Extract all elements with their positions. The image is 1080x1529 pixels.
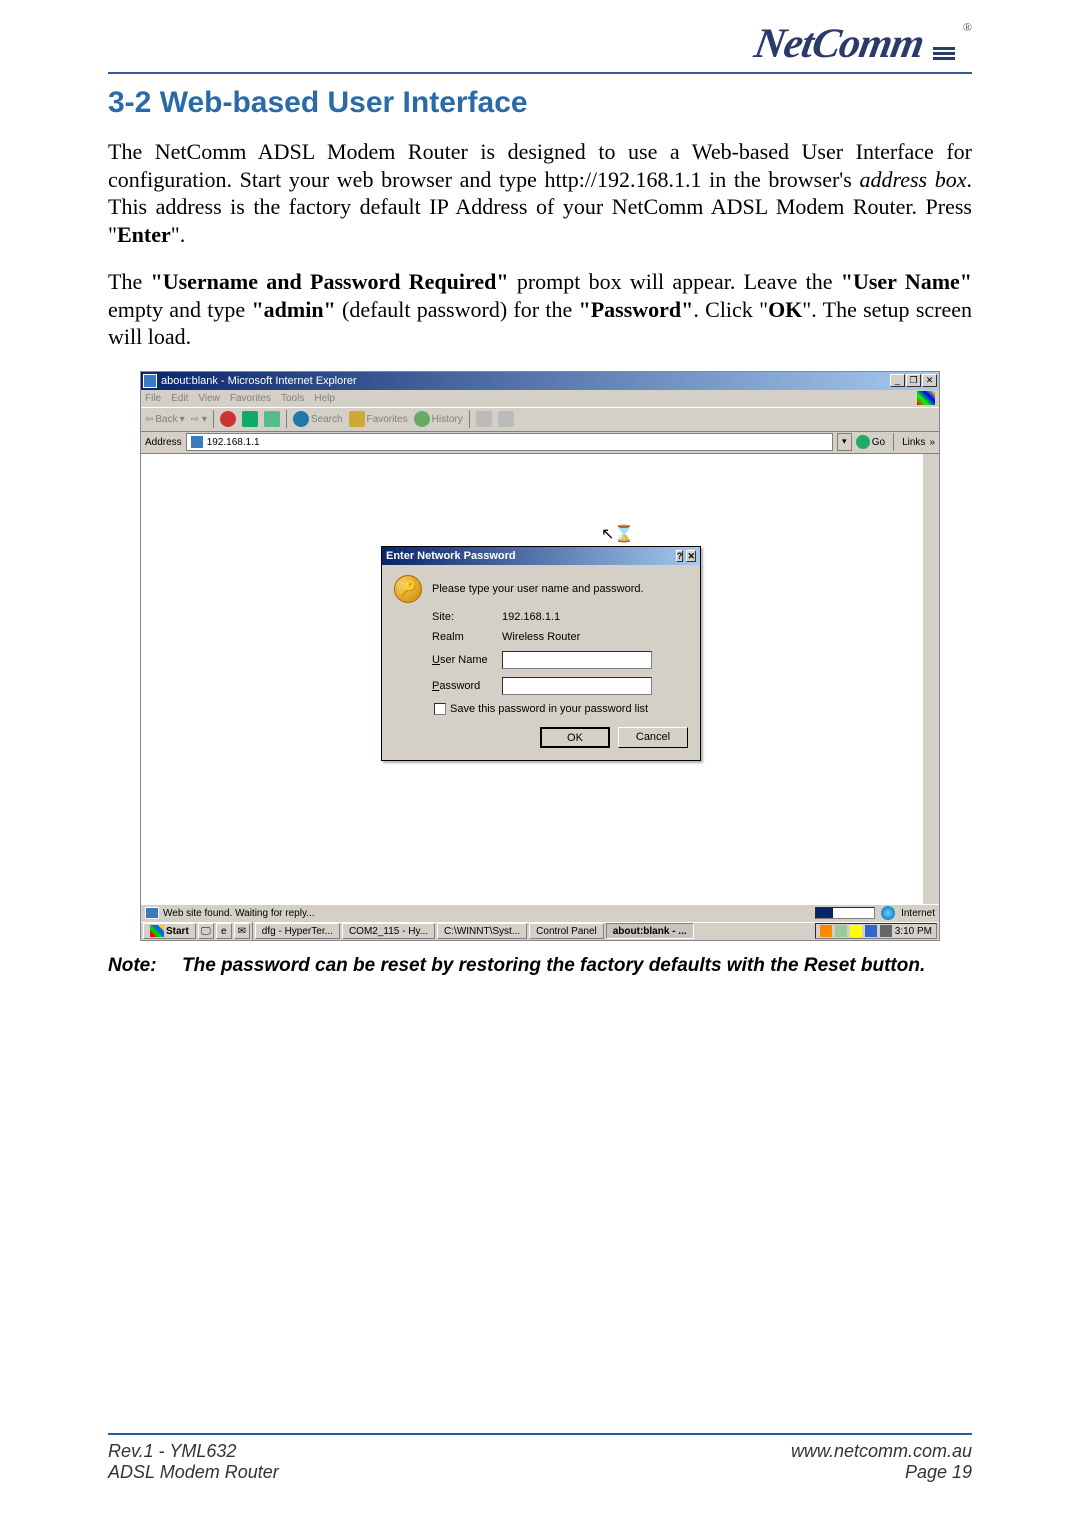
windows-logo-icon bbox=[917, 391, 935, 405]
task-button[interactable]: dfg - HyperTer... bbox=[255, 923, 340, 939]
ok-button[interactable]: OK bbox=[540, 727, 610, 748]
address-label: Address bbox=[145, 437, 182, 448]
close-button[interactable]: ✕ bbox=[922, 374, 937, 387]
intro-paragraph-2: The "Username and Password Required" pro… bbox=[108, 268, 972, 351]
quicklaunch-desktop-icon[interactable]: 🖵 bbox=[198, 923, 214, 939]
site-value: 192.168.1.1 bbox=[502, 611, 560, 623]
intro-paragraph-1: The NetComm ADSL Modem Router is designe… bbox=[108, 138, 972, 248]
minimize-button[interactable]: _ bbox=[890, 374, 905, 387]
dialog-prompt: Please type your user name and password. bbox=[432, 583, 644, 595]
footer-url: www.netcomm.com.au bbox=[791, 1441, 972, 1462]
clock: 3:10 PM bbox=[895, 926, 932, 937]
page-icon bbox=[190, 435, 204, 449]
toolbar: ⇦ Back ▾ ⇨ ▾ Search Favorites History bbox=[141, 408, 939, 432]
system-tray: 3:10 PM bbox=[815, 923, 937, 939]
checkbox-icon bbox=[434, 703, 446, 715]
username-label: User Name bbox=[432, 654, 502, 666]
note-block: Note: The password can be reset by resto… bbox=[108, 955, 972, 977]
section-heading: 3-2 Web-based User Interface bbox=[108, 86, 972, 120]
address-bar: Address 192.168.1.1 ▾ Go Links » bbox=[141, 432, 939, 454]
menu-file[interactable]: File bbox=[145, 393, 161, 404]
tray-icon[interactable] bbox=[865, 925, 877, 937]
dialog-titlebar: Enter Network Password ? ✕ bbox=[382, 547, 700, 565]
window-title: about:blank - Microsoft Internet Explore… bbox=[161, 375, 357, 387]
quicklaunch-ie-icon[interactable]: e bbox=[216, 923, 232, 939]
tray-icon[interactable] bbox=[880, 925, 892, 937]
tray-volume-icon[interactable] bbox=[850, 925, 862, 937]
dialog-help-button[interactable]: ? bbox=[676, 550, 684, 562]
task-button[interactable]: COM2_115 - Hy... bbox=[342, 923, 435, 939]
task-button[interactable]: Control Panel bbox=[529, 923, 604, 939]
favorites-button[interactable]: Favorites bbox=[349, 411, 408, 427]
internet-zone-icon bbox=[881, 906, 895, 920]
menu-favorites[interactable]: Favorites bbox=[230, 393, 271, 404]
links-chevron[interactable]: » bbox=[929, 437, 935, 448]
refresh-icon[interactable] bbox=[242, 411, 258, 427]
status-page-icon bbox=[145, 907, 159, 919]
browser-viewport: ↖⌛ Enter Network Password ? ✕ 🔑 Please t… bbox=[141, 454, 939, 924]
username-input[interactable] bbox=[502, 651, 652, 669]
key-icon: 🔑 bbox=[394, 575, 422, 603]
cursor-wait-icon: ↖⌛ bbox=[601, 524, 634, 544]
go-button[interactable]: Go bbox=[856, 435, 885, 449]
quicklaunch-outlook-icon[interactable]: ✉ bbox=[234, 923, 250, 939]
go-icon bbox=[856, 435, 870, 449]
status-bar: Web site found. Waiting for reply... Int… bbox=[141, 904, 939, 922]
browser-screenshot: about:blank - Microsoft Internet Explore… bbox=[140, 371, 940, 941]
note-text: The password can be reset by restoring t… bbox=[182, 955, 925, 977]
save-password-checkbox[interactable]: Save this password in your password list bbox=[434, 703, 688, 715]
password-dialog: Enter Network Password ? ✕ 🔑 Please type… bbox=[381, 546, 701, 761]
start-flag-icon bbox=[150, 925, 164, 937]
forward-button[interactable]: ⇨ ▾ bbox=[191, 414, 207, 425]
internet-zone-label: Internet bbox=[901, 908, 935, 919]
brand-logo: NetComm ® bbox=[108, 20, 972, 68]
links-label[interactable]: Links bbox=[902, 437, 925, 448]
menu-tools[interactable]: Tools bbox=[281, 393, 304, 404]
password-label: Password bbox=[432, 680, 502, 692]
task-button[interactable]: C:\WINNT\Syst... bbox=[437, 923, 527, 939]
start-button[interactable]: Start bbox=[143, 923, 196, 939]
footer-rev: Rev.1 - YML632 bbox=[108, 1441, 279, 1462]
back-button[interactable]: ⇦ Back ▾ bbox=[145, 414, 185, 425]
ie-icon bbox=[143, 374, 157, 388]
dialog-title: Enter Network Password bbox=[386, 550, 516, 562]
address-dropdown[interactable]: ▾ bbox=[837, 433, 852, 451]
search-button[interactable]: Search bbox=[293, 411, 343, 427]
address-value: 192.168.1.1 bbox=[207, 437, 260, 448]
stop-icon[interactable] bbox=[220, 411, 236, 427]
note-label: Note: bbox=[108, 955, 182, 977]
menu-view[interactable]: View bbox=[198, 393, 220, 404]
realm-value: Wireless Router bbox=[502, 631, 580, 643]
tray-icon[interactable] bbox=[820, 925, 832, 937]
mail-icon[interactable] bbox=[476, 411, 492, 427]
maximize-button[interactable]: ❐ bbox=[906, 374, 921, 387]
menu-edit[interactable]: Edit bbox=[171, 393, 188, 404]
window-titlebar: about:blank - Microsoft Internet Explore… bbox=[141, 372, 939, 390]
history-button[interactable]: History bbox=[414, 411, 463, 427]
password-input[interactable] bbox=[502, 677, 652, 695]
cancel-button[interactable]: Cancel bbox=[618, 727, 688, 748]
page-footer: Rev.1 - YML632 ADSL Modem Router www.net… bbox=[108, 1433, 972, 1483]
menu-help[interactable]: Help bbox=[314, 393, 335, 404]
home-icon[interactable] bbox=[264, 411, 280, 427]
menu-bar: File Edit View Favorites Tools Help bbox=[141, 390, 939, 408]
address-input[interactable]: 192.168.1.1 bbox=[186, 433, 833, 451]
taskbar: Start 🖵 e ✉ dfg - HyperTer... COM2_115 -… bbox=[141, 922, 939, 940]
dialog-close-button[interactable]: ✕ bbox=[686, 550, 696, 562]
header-rule bbox=[108, 72, 972, 74]
site-label: Site: bbox=[432, 611, 502, 623]
tray-icon[interactable] bbox=[835, 925, 847, 937]
status-text: Web site found. Waiting for reply... bbox=[163, 908, 315, 919]
realm-label: Realm bbox=[432, 631, 502, 643]
footer-page: Page 19 bbox=[791, 1462, 972, 1483]
footer-product: ADSL Modem Router bbox=[108, 1462, 279, 1483]
progress-bar bbox=[815, 907, 875, 919]
task-button-active[interactable]: about:blank - ... bbox=[606, 923, 694, 939]
print-icon[interactable] bbox=[498, 411, 514, 427]
